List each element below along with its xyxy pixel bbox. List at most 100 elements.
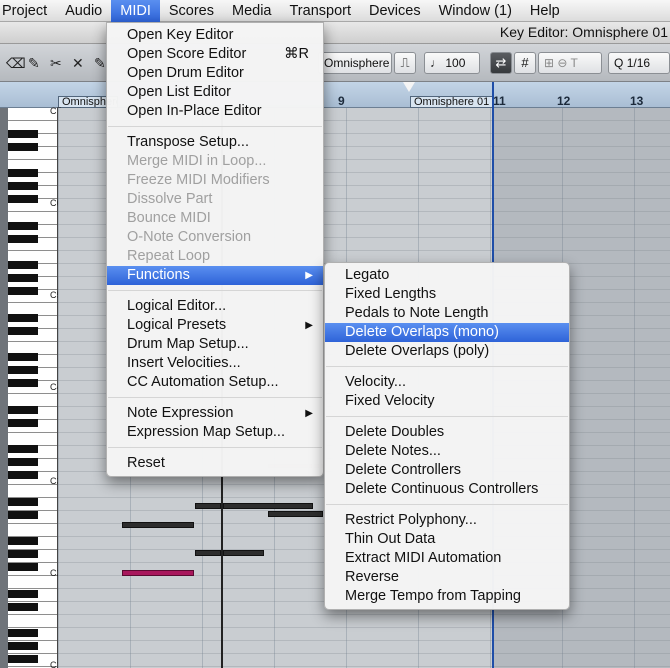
menu-item-restrict-polyphony[interactable]: Restrict Polyphony... — [325, 511, 569, 530]
black-key[interactable] — [8, 235, 38, 243]
menu-item-delete-controllers[interactable]: Delete Controllers — [325, 461, 569, 480]
midi-note[interactable] — [268, 511, 323, 517]
black-key[interactable] — [8, 642, 38, 650]
menu-item-delete-notes[interactable]: Delete Notes... — [325, 442, 569, 461]
snap-type-field[interactable]: ⊞ ⊖ T — [538, 52, 602, 74]
black-key[interactable] — [8, 498, 38, 506]
menu-item-drum-map-setup[interactable]: Drum Map Setup... — [107, 335, 323, 354]
menu-item-delete-doubles[interactable]: Delete Doubles — [325, 423, 569, 442]
menu-item-note-expression[interactable]: Note Expression ▶ — [107, 404, 323, 423]
black-key[interactable] — [8, 471, 38, 479]
black-key[interactable] — [8, 655, 38, 663]
midi-note[interactable] — [195, 503, 221, 509]
menu-item-fixed-velocity[interactable]: Fixed Velocity — [325, 392, 569, 411]
menu-item-insert-velocities[interactable]: Insert Velocities... — [107, 354, 323, 373]
midi-note-selected[interactable] — [122, 570, 194, 576]
menu-item-functions[interactable]: Functions ▶ — [107, 266, 323, 285]
black-key[interactable] — [8, 222, 38, 230]
menu-item-label: Delete Overlaps (poly) — [345, 343, 490, 359]
part-name-strip-right[interactable]: Omnisphere 01 — [410, 96, 494, 108]
black-key[interactable] — [8, 550, 38, 558]
menu-item-cc-automation-setup[interactable]: CC Automation Setup... — [107, 373, 323, 392]
menubar-item-devices[interactable]: Devices — [360, 0, 430, 22]
black-key[interactable] — [8, 353, 38, 361]
menu-item-velocity[interactable]: Velocity... — [325, 373, 569, 392]
menu-item-merge-tempo-from-tapping[interactable]: Merge Tempo from Tapping — [325, 587, 569, 606]
note-icon: ♩ — [430, 56, 442, 70]
black-key[interactable] — [8, 537, 38, 545]
menu-item-label: Reset — [127, 455, 165, 471]
black-key[interactable] — [8, 419, 38, 427]
midi-note[interactable] — [223, 550, 264, 556]
menu-item-logical-presets[interactable]: Logical Presets ▶ — [107, 316, 323, 335]
black-key[interactable] — [8, 287, 38, 295]
mute-x-icon[interactable]: ✕ — [72, 55, 84, 71]
menu-item-delete-overlaps-poly[interactable]: Delete Overlaps (poly) — [325, 342, 569, 361]
menubar-item-project[interactable]: Project — [0, 0, 56, 22]
menu-item-delete-overlaps-mono[interactable]: Delete Overlaps (mono) — [325, 323, 569, 342]
menubar-item-window-1[interactable]: Window (1) — [430, 0, 521, 22]
menu-item-reverse[interactable]: Reverse — [325, 568, 569, 587]
menu-item-reset[interactable]: Reset — [107, 454, 323, 473]
black-key[interactable] — [8, 169, 38, 177]
black-key[interactable] — [8, 274, 38, 282]
black-key[interactable] — [8, 563, 38, 571]
menubar-item-transport[interactable]: Transport — [280, 0, 360, 22]
menu-item-thin-out-data[interactable]: Thin Out Data — [325, 530, 569, 549]
track-select-field[interactable]: Omnisphere 0 — [318, 52, 392, 74]
black-key[interactable] — [8, 590, 38, 598]
black-key[interactable] — [8, 261, 38, 269]
midi-note[interactable] — [195, 550, 221, 556]
black-key[interactable] — [8, 143, 38, 151]
menubar-item-audio[interactable]: Audio — [56, 0, 111, 22]
black-key[interactable] — [8, 327, 38, 335]
black-key[interactable] — [8, 511, 38, 519]
black-key[interactable] — [8, 195, 38, 203]
black-key[interactable] — [8, 182, 38, 190]
playhead-marker-icon[interactable] — [403, 82, 415, 92]
black-key[interactable] — [8, 445, 38, 453]
black-key[interactable] — [8, 130, 38, 138]
menu-item-open-score-editor[interactable]: Open Score Editor ⌘R — [107, 45, 323, 64]
black-key[interactable] — [8, 629, 38, 637]
menu-item-open-key-editor[interactable]: Open Key Editor — [107, 26, 323, 45]
snap-toggle-icon[interactable]: ⇄ — [490, 52, 512, 74]
pencil-icon[interactable]: ✎ — [28, 55, 40, 71]
menu-item-fixed-lengths[interactable]: Fixed Lengths — [325, 285, 569, 304]
midi-note[interactable] — [223, 503, 313, 509]
piano-keyboard[interactable]: C7 C6 C5 C4 C3 C2 C1 — [8, 106, 62, 668]
menu-item-logical-editor[interactable]: Logical Editor... — [107, 297, 323, 316]
menubar-item-scores[interactable]: Scores — [160, 0, 223, 22]
quantize-field[interactable]: Q 1/16 — [608, 52, 670, 74]
black-key[interactable] — [8, 314, 38, 322]
step-input-icon[interactable]: ⎍ — [394, 52, 416, 74]
menu-item-label: Pedals to Note Length — [345, 305, 489, 321]
menu-item-bounce-midi: Bounce MIDI — [107, 209, 323, 228]
scissors-icon[interactable]: ✂ — [50, 55, 62, 71]
black-key[interactable] — [8, 366, 38, 374]
black-key[interactable] — [8, 379, 38, 387]
menu-item-delete-continuous-controllers[interactable]: Delete Continuous Controllers — [325, 480, 569, 499]
menu-item-transpose-setup[interactable]: Transpose Setup... — [107, 133, 323, 152]
midi-note[interactable] — [122, 522, 194, 528]
menubar-item-help[interactable]: Help — [521, 0, 569, 22]
menu-item-label: Expression Map Setup... — [127, 424, 285, 440]
eraser-icon[interactable]: ⌫ — [6, 55, 26, 71]
menu-item-repeat-loop: Repeat Loop — [107, 247, 323, 266]
black-key[interactable] — [8, 458, 38, 466]
menu-item-open-list-editor[interactable]: Open List Editor — [107, 83, 323, 102]
menu-item-pedals-to-note-length[interactable]: Pedals to Note Length — [325, 304, 569, 323]
menu-item-open-drum-editor[interactable]: Open Drum Editor — [107, 64, 323, 83]
velocity-field[interactable]: ♩ 100 — [424, 52, 480, 74]
menu-item-extract-midi-automation[interactable]: Extract MIDI Automation — [325, 549, 569, 568]
menu-item-open-in-place-editor[interactable]: Open In-Place Editor — [107, 102, 323, 121]
menu-separator — [325, 361, 569, 373]
black-key[interactable] — [8, 406, 38, 414]
glue-icon[interactable]: ✎ — [94, 55, 106, 71]
menu-item-expression-map-setup[interactable]: Expression Map Setup... — [107, 423, 323, 442]
menubar-item-media[interactable]: Media — [223, 0, 281, 22]
black-key[interactable] — [8, 603, 38, 611]
menu-item-legato[interactable]: Legato — [325, 266, 569, 285]
grid-icon[interactable]: # — [514, 52, 536, 74]
menubar-item-midi[interactable]: MIDI — [111, 0, 160, 22]
